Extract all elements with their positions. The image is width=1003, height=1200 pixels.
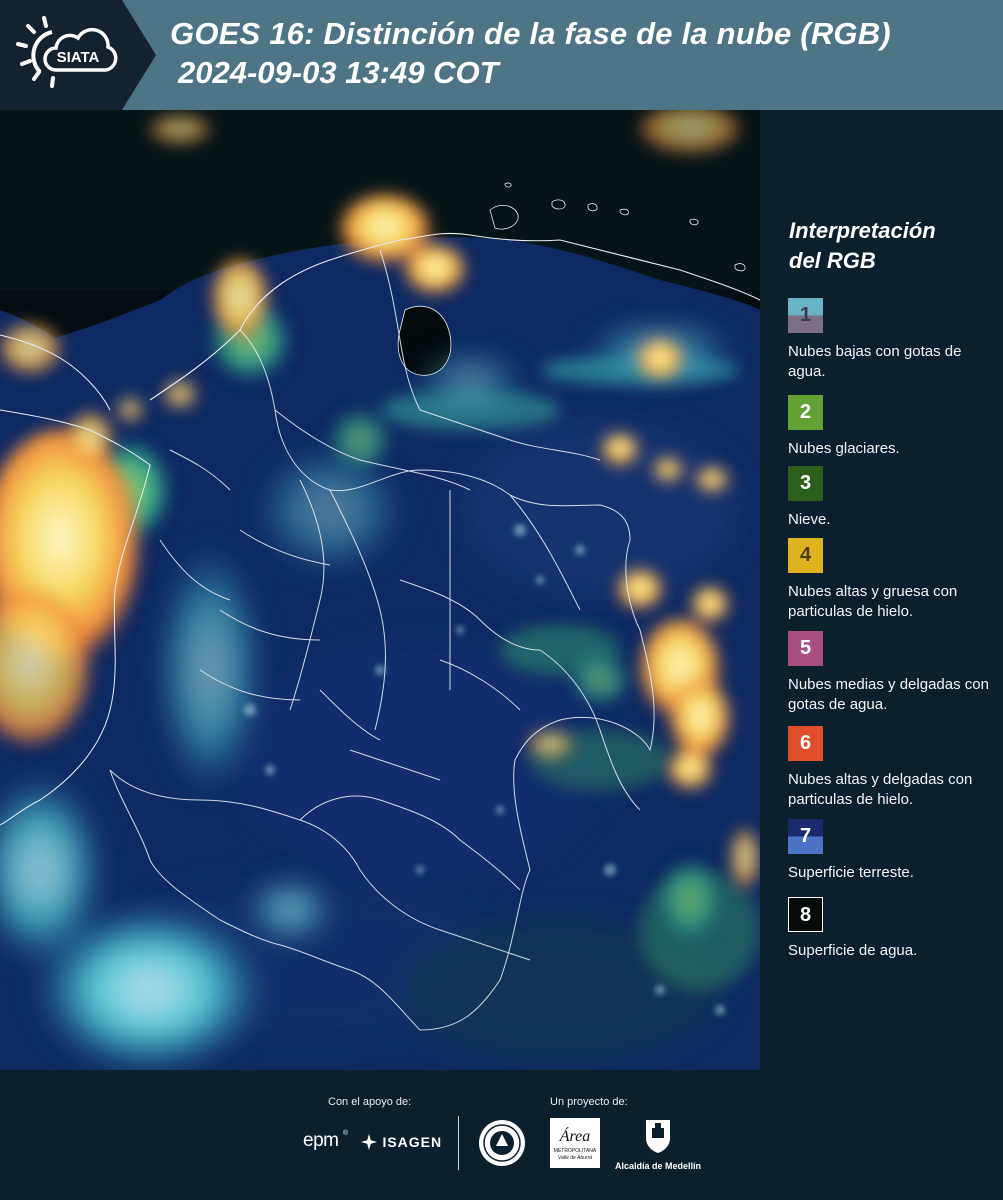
support-caption: Con el apoyo de: bbox=[328, 1096, 412, 1108]
area-logo-sub1: METROPOLITANA bbox=[553, 1148, 597, 1154]
epm-logo-text: epm bbox=[303, 1130, 339, 1151]
legend-panel: Interpretación del RGB 1 Nubes bajas con… bbox=[760, 110, 1003, 1070]
legend-swatch-6: 6 bbox=[788, 726, 823, 761]
legend-item-4: 4 Nubes altas y gruesa con particulas de… bbox=[788, 538, 1000, 622]
legend-swatch-8: 8 bbox=[788, 897, 823, 932]
header-bar: SIATA GOES 16: Distinción de la fase de … bbox=[0, 0, 1003, 110]
page-title: GOES 16: Distinción de la fase de la nub… bbox=[170, 16, 891, 51]
satellite-map[interactable] bbox=[0, 110, 760, 1070]
legend-swatch-7: 7 bbox=[788, 819, 823, 854]
legend-number-2: 2 bbox=[799, 401, 812, 423]
legend-label-5: Nubes medias y delgadas con gotas de agu… bbox=[788, 676, 989, 713]
legend-item-2: 2 Nubes glaciares. bbox=[788, 395, 1000, 459]
legend-swatch-1: 1 bbox=[788, 298, 823, 333]
shield-icon bbox=[646, 1120, 670, 1153]
rgb-composite-image bbox=[0, 110, 760, 1070]
area-logo-sub2: Valle de Aburrá bbox=[557, 1155, 593, 1161]
isagen-logo[interactable]: ISAGEN bbox=[360, 1133, 442, 1155]
legend-item-3: 3 Nieve. bbox=[788, 466, 1000, 530]
legend-number-8: 8 bbox=[799, 904, 812, 926]
legend-item-1: 1 Nubes bajas con gotas de agua. bbox=[788, 298, 1000, 382]
legend-number-1: 1 bbox=[799, 304, 812, 326]
siata-logo-shape: SIATA bbox=[0, 0, 156, 110]
legend-item-5: 5 Nubes medias y delgadas con gotas de a… bbox=[788, 631, 1000, 715]
project-caption: Un proyecto de: bbox=[550, 1096, 628, 1108]
legend-number-7: 7 bbox=[799, 825, 812, 847]
isagen-star-icon bbox=[361, 1134, 377, 1150]
alcaldia-logo-text: Alcaldía de Medellín bbox=[614, 1161, 702, 1171]
legend-swatch-5: 5 bbox=[788, 631, 823, 666]
seal-icon bbox=[479, 1120, 525, 1166]
isagen-logo-text: ISAGEN bbox=[382, 1134, 443, 1150]
legend-item-8: 8 Superficie de agua. bbox=[788, 897, 1000, 961]
legend-swatch-4: 4 bbox=[788, 538, 823, 573]
legend-title: Interpretación del RGB bbox=[789, 216, 989, 276]
legend-title-line2: del RGB bbox=[789, 248, 876, 273]
legend-label-2: Nubes glaciares. bbox=[788, 440, 900, 457]
siata-logo[interactable]: SIATA bbox=[0, 0, 156, 110]
alcaldia-logo[interactable]: Alcaldía de Medellín bbox=[612, 1118, 704, 1178]
legend-swatch-3: 3 bbox=[788, 466, 823, 501]
legend-label-4: Nubes altas y gruesa con particulas de h… bbox=[788, 583, 958, 620]
legend-number-3: 3 bbox=[799, 472, 812, 494]
legend-item-7: 7 Superficie terreste. bbox=[788, 819, 1000, 883]
legend-label-8: Superficie de agua. bbox=[788, 942, 918, 959]
legend-title-line1: Interpretación bbox=[789, 218, 936, 243]
epm-logo[interactable]: epm ® bbox=[303, 1130, 348, 1154]
legend-label-3: Nieve. bbox=[788, 511, 831, 528]
legend-label-7: Superficie terreste. bbox=[788, 864, 914, 881]
seal-logo[interactable] bbox=[477, 1118, 527, 1168]
area-logo-text: Área bbox=[559, 1128, 591, 1145]
legend-number-4: 4 bbox=[799, 544, 812, 566]
legend-label-6: Nubes altas y delgadas con particulas de… bbox=[788, 771, 973, 808]
logo-text: SIATA bbox=[57, 49, 100, 66]
legend-number-6: 6 bbox=[799, 732, 812, 754]
legend-number-5: 5 bbox=[799, 637, 812, 659]
footer-bar: Con el apoyo de: Un proyecto de: epm ® I… bbox=[0, 1070, 1003, 1200]
legend-item-6: 6 Nubes altas y delgadas con particulas … bbox=[788, 726, 1000, 810]
page-timestamp: 2024-09-03 13:49 COT bbox=[178, 55, 499, 90]
footer-divider bbox=[458, 1116, 459, 1170]
legend-swatch-2: 2 bbox=[788, 395, 823, 430]
area-metropolitana-logo[interactable]: Área METROPOLITANA Valle de Aburrá bbox=[550, 1118, 600, 1168]
legend-label-1: Nubes bajas con gotas de agua. bbox=[788, 343, 962, 380]
